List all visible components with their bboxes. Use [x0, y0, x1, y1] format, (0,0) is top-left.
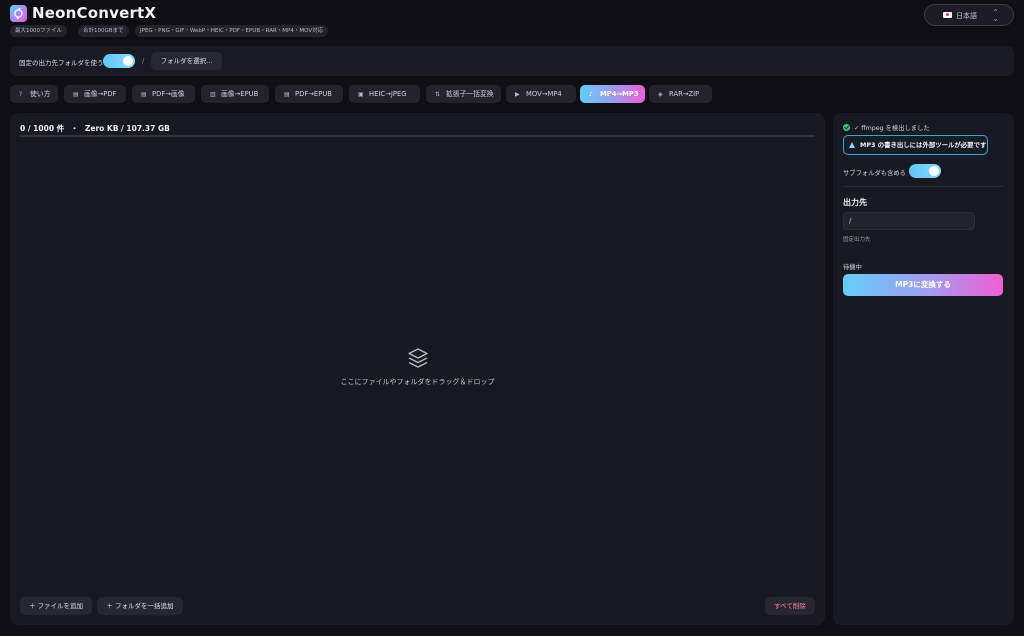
tab-label: 画像→EPUB [221, 90, 259, 98]
tool-tabs: ? 使い方 ▤ 画像→PDF ▤ PDF→画像 ▥ 画像→EPUB ▤ PDF→EPUB … [10, 85, 1014, 103]
ffmpeg-detected: ✓ ffmpeg を検出しました [843, 123, 930, 132]
pill-formats: JPEG・PNG・GIF・WebP・HEIC・PDF・EPUB・RAR・MP4・… [135, 25, 329, 37]
book-icon: ▥ [210, 91, 216, 98]
fixed-folder-label: 固定の出力先フォルダを使う [19, 59, 104, 67]
document-icon: ▤ [73, 91, 79, 98]
add-folder-button[interactable]: ＋ フォルダを一括追加 [97, 597, 183, 615]
output-path-text: / [142, 57, 145, 65]
tab-label: 使い方 [30, 90, 51, 98]
tab-mp4-to-mp3[interactable]: ♪ MP4→MP3 [580, 85, 645, 103]
external-tool-warning: MP3 の書き出しには外部ツールが必要です [843, 135, 988, 155]
drop-zone[interactable]: 0 / 1000 件 ・ Zero KB / 107.37 GB ここにファイル… [10, 113, 825, 625]
image-icon: ▣ [358, 91, 364, 98]
tab-image-to-pdf[interactable]: ▤ 画像→PDF [64, 85, 126, 103]
chevron-updown-icon: ⌃ ⌄ [992, 8, 999, 23]
output-note: 固定出力先 [843, 237, 871, 243]
layers-icon [408, 348, 428, 368]
warning-icon [849, 142, 855, 148]
pill-max-size: 合計100GBまで [78, 25, 129, 37]
status-text: 待機中 [843, 264, 862, 271]
pill-max-files: 最大1000ファイル [10, 25, 67, 37]
tab-label: PDF→画像 [152, 90, 185, 98]
tab-pdf-to-image[interactable]: ▤ PDF→画像 [132, 85, 195, 103]
language-select[interactable]: 日本語 ⌃ ⌄ [924, 4, 1014, 26]
video-icon: ▶ [515, 91, 520, 98]
tab-pdf-to-epub[interactable]: ▤ PDF→EPUB [275, 85, 343, 103]
convert-to-mp3-button[interactable]: MP3に変換する [843, 274, 1003, 296]
archive-icon: ◈ [658, 91, 663, 98]
output-heading: 出力先 [843, 198, 867, 207]
settings-panel: ✓ ffmpeg を検出しました MP3 の書き出しには外部ツールが必要です サ… [833, 113, 1014, 625]
help-icon: ? [19, 91, 23, 98]
language-label: 日本語 [956, 12, 977, 20]
tab-label: 拡張子一括変換 [446, 90, 494, 98]
tab-rar-to-zip[interactable]: ◈ RAR→ZIP [649, 85, 712, 103]
tab-label: PDF→EPUB [295, 90, 332, 98]
add-files-button[interactable]: ＋ ファイルを追加 [20, 597, 92, 615]
file-count-summary: 0 / 1000 件 ・ Zero KB / 107.37 GB [20, 123, 170, 134]
summary-separator: ・ [70, 124, 79, 133]
include-subfolders-label: サブフォルダも含める [843, 170, 906, 177]
ffmpeg-detected-text: ✓ ffmpeg を検出しました [854, 125, 930, 132]
flag-icon [943, 12, 952, 18]
logo-icon [10, 5, 27, 22]
capacity-progress [20, 135, 815, 137]
document-icon: ▤ [141, 91, 147, 98]
music-note-icon: ♪ [589, 91, 593, 98]
include-subfolders-toggle[interactable] [909, 164, 941, 178]
warning-text: MP3 の書き出しには外部ツールが必要です [860, 141, 987, 149]
divider [843, 186, 1004, 187]
tab-label: MOV→MP4 [526, 90, 562, 98]
check-circle-icon [843, 124, 850, 131]
tab-mov-to-mp4[interactable]: ▶ MOV→MP4 [506, 85, 576, 103]
tab-label: 画像→PDF [84, 90, 117, 98]
document-icon: ▤ [284, 91, 290, 98]
output-path-field[interactable]: / [843, 212, 975, 230]
tab-heic-to-jpeg[interactable]: ▣ HEIC→JPEG [349, 85, 420, 103]
tab-image-to-epub[interactable]: ▥ 画像→EPUB [201, 85, 269, 103]
drop-instructions: ここにファイルやフォルダをドラッグ＆ドロップ [340, 378, 495, 386]
tab-help[interactable]: ? 使い方 [10, 85, 58, 103]
tab-label: RAR→ZIP [669, 90, 700, 98]
tab-label: HEIC→JPEG [369, 90, 407, 98]
choose-folder-button[interactable]: フォルダを選択... [151, 52, 222, 70]
output-folder-bar: 固定の出力先フォルダを使う / フォルダを選択... [10, 46, 1014, 76]
swap-icon: ⇅ [435, 91, 441, 98]
file-count: 0 / 1000 件 [20, 124, 65, 133]
total-size: Zero KB / 107.37 GB [84, 124, 170, 133]
app-title: NeonConvertX [32, 4, 157, 22]
fixed-folder-toggle[interactable] [103, 54, 135, 68]
tab-label: MP4→MP3 [600, 90, 639, 98]
tab-bulk-extension[interactable]: ⇅ 拡張子一括変換 [426, 85, 501, 103]
clear-all-button[interactable]: すべて削除 [765, 597, 815, 615]
